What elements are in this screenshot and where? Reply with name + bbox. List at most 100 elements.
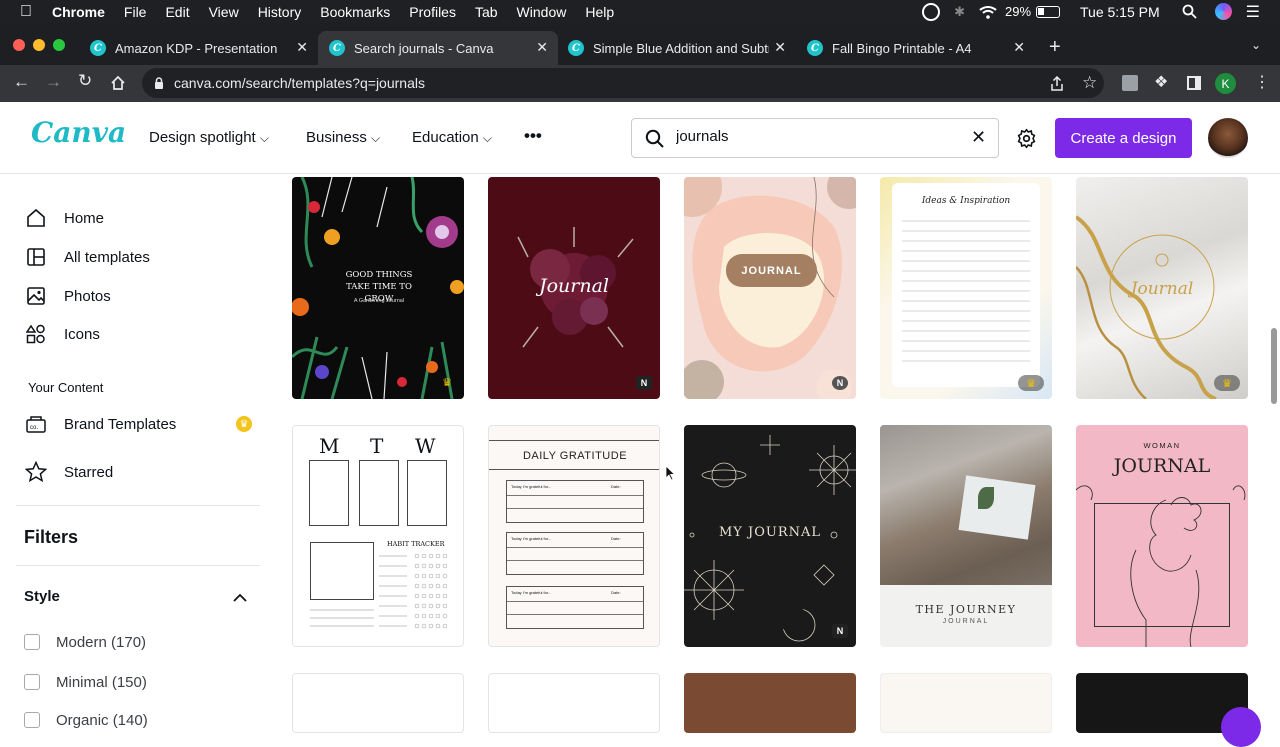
- create-design-button[interactable]: Create a design: [1055, 118, 1192, 158]
- canva-favicon-icon: C: [329, 40, 345, 56]
- wifi-icon[interactable]: [979, 5, 997, 19]
- template-card-journey-journal[interactable]: THE JOURNEY JOURNAL: [880, 425, 1052, 647]
- tab-simple-blue-addition[interactable]: C Simple Blue Addition and Subtr ✕: [560, 31, 796, 65]
- extensions-puzzle-icon[interactable]: ❖: [1154, 72, 1168, 92]
- reload-icon[interactable]: ↻: [78, 71, 92, 91]
- page-scrollbar[interactable]: [1271, 328, 1277, 404]
- tab-close-icon[interactable]: ✕: [1013, 39, 1025, 56]
- side-panel-icon[interactable]: [1187, 76, 1201, 90]
- back-icon[interactable]: ←: [13, 72, 30, 92]
- spotlight-search-icon[interactable]: [1182, 4, 1197, 19]
- menu-history[interactable]: History: [258, 4, 302, 20]
- menu-file[interactable]: File: [124, 4, 147, 20]
- tab-close-icon[interactable]: ✕: [774, 39, 786, 56]
- nav-design-spotlight[interactable]: Design spotlight ⌵: [149, 129, 269, 146]
- checkbox[interactable]: [24, 674, 40, 690]
- sidebar-item-photos[interactable]: Photos: [25, 283, 111, 309]
- sidebar-item-icons[interactable]: Icons: [25, 321, 100, 347]
- checkbox[interactable]: [24, 634, 40, 650]
- sidebar-item-home[interactable]: Home: [25, 205, 104, 231]
- template-card-celestial-journal[interactable]: MY JOURNAL N: [684, 425, 856, 647]
- sidebar-item-all-templates[interactable]: All templates: [25, 244, 150, 270]
- template-pretitle: WOMAN: [1143, 441, 1181, 450]
- tab-title: Search journals - Canva: [354, 40, 494, 56]
- day-box: [407, 460, 447, 526]
- menu-profiles[interactable]: Profiles: [409, 4, 456, 20]
- bookmark-star-icon[interactable]: ☆: [1082, 73, 1097, 93]
- template-card-marble-journal[interactable]: Journal ♛: [1076, 177, 1248, 399]
- new-tab-button[interactable]: +: [1049, 36, 1061, 59]
- tab-close-icon[interactable]: ✕: [536, 39, 548, 56]
- clear-search-icon[interactable]: ✕: [971, 127, 986, 148]
- clock[interactable]: Tue 5:15 PM: [1080, 4, 1160, 20]
- help-button[interactable]: [1221, 707, 1261, 747]
- apple-icon[interactable]: : [20, 3, 32, 21]
- menu-app-name[interactable]: Chrome: [52, 4, 105, 20]
- menu-window[interactable]: Window: [517, 4, 567, 20]
- template-card-gardening-journal[interactable]: GOOD THINGS TAKE TIME TO GROW A Gardenin…: [292, 177, 464, 399]
- creative-cloud-icon[interactable]: [922, 2, 941, 21]
- window-minimize-button[interactable]: [33, 39, 45, 51]
- template-card-woman-journal[interactable]: WOMAN JOURNAL: [1076, 425, 1248, 647]
- window-close-button[interactable]: [13, 39, 25, 51]
- nav-business[interactable]: Business ⌵: [306, 129, 380, 146]
- home-icon[interactable]: [110, 75, 126, 91]
- forward-icon[interactable]: →: [45, 72, 62, 92]
- search-input[interactable]: [676, 128, 956, 145]
- menu-edit[interactable]: Edit: [165, 4, 189, 20]
- tab-search-journals[interactable]: C Search journals - Canva ✕: [318, 31, 558, 65]
- bluetooth-icon[interactable]: ✱: [954, 4, 965, 20]
- prompt-label: Today I'm grateful for...: [511, 590, 552, 595]
- line: [507, 560, 643, 561]
- lock-icon[interactable]: [154, 77, 164, 89]
- prompt-label: Today I'm grateful for...: [511, 484, 552, 489]
- template-card-habit-tracker[interactable]: M T W HABIT TRACKER: [292, 425, 464, 647]
- share-icon[interactable]: [1050, 76, 1064, 91]
- tab-search-chevron-icon[interactable]: ⌄: [1251, 38, 1261, 52]
- nav-label: Business: [306, 129, 367, 146]
- filter-option-minimal[interactable]: Minimal (150): [24, 669, 147, 695]
- template-card-ideas-inspiration[interactable]: Ideas & Inspiration ♛: [880, 177, 1052, 399]
- user-avatar[interactable]: [1208, 118, 1248, 158]
- template-card[interactable]: [488, 673, 660, 733]
- battery-icon[interactable]: [1036, 5, 1061, 18]
- sidebar-item-starred[interactable]: Starred: [25, 459, 113, 485]
- gratitude-box: Today I'm grateful for... Date:: [506, 586, 644, 629]
- filter-option-organic[interactable]: Organic (140): [24, 707, 148, 733]
- menu-bookmarks[interactable]: Bookmarks: [320, 4, 390, 20]
- menu-view[interactable]: View: [209, 4, 239, 20]
- settings-gear-icon[interactable]: [1016, 128, 1037, 149]
- template-card-daily-gratitude[interactable]: DAILY GRATITUDE Today I'm grateful for..…: [488, 425, 660, 647]
- template-title: JOURNAL: [1113, 455, 1211, 477]
- template-card[interactable]: [684, 673, 856, 733]
- template-card[interactable]: [292, 673, 464, 733]
- canva-favicon-icon: C: [807, 40, 823, 56]
- control-center-icon[interactable]: ☰: [1246, 2, 1260, 22]
- siri-icon[interactable]: [1214, 3, 1232, 20]
- notebook-photo: [958, 475, 1036, 540]
- address-bar[interactable]: canva.com/search/templates?q=journals ☆: [142, 68, 1104, 98]
- window-maximize-button[interactable]: [53, 39, 65, 51]
- battery-percent: 29%: [1004, 4, 1032, 19]
- canva-logo[interactable]: Canva: [31, 116, 126, 149]
- extension-icon[interactable]: [1122, 75, 1138, 91]
- filter-option-modern[interactable]: Modern (170): [24, 629, 146, 655]
- style-filter-header[interactable]: Style: [24, 588, 250, 608]
- tab-fall-bingo[interactable]: C Fall Bingo Printable - A4 ✕: [799, 31, 1035, 65]
- mouse-cursor-icon: [665, 465, 675, 481]
- search-box: ✕: [631, 118, 999, 158]
- checkbox[interactable]: [24, 712, 40, 728]
- menu-help[interactable]: Help: [585, 4, 614, 20]
- template-title: DAILY GRATITUDE: [522, 450, 628, 462]
- menu-tab[interactable]: Tab: [475, 4, 498, 20]
- template-card-abstract-journal[interactable]: JOURNAL N: [684, 177, 856, 399]
- profile-avatar[interactable]: K: [1215, 73, 1236, 94]
- template-card[interactable]: [880, 673, 1052, 733]
- template-card-floral-journal[interactable]: Journal N: [488, 177, 660, 399]
- chrome-menu-icon[interactable]: ⋮: [1254, 72, 1270, 92]
- sidebar-item-brand-templates[interactable]: co. Brand Templates ♛: [25, 411, 255, 437]
- tab-amazon-kdp[interactable]: C Amazon KDP - Presentation ✕: [82, 31, 318, 65]
- more-nav-icon[interactable]: •••: [524, 126, 542, 146]
- nav-education[interactable]: Education ⌵: [412, 129, 492, 146]
- tab-close-icon[interactable]: ✕: [296, 39, 308, 56]
